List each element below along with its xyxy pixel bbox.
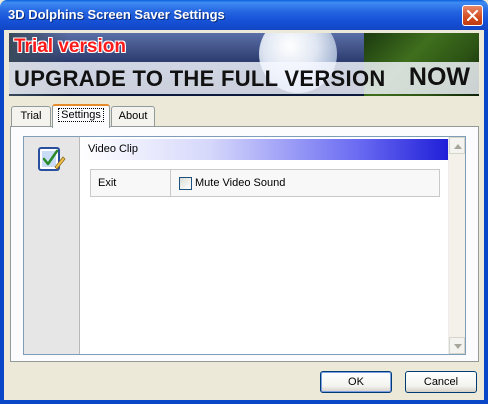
settings-checkmark-icon [38, 147, 66, 171]
icon-strip [24, 137, 80, 354]
settings-panel: Video Clip Exit Mute Video Sound [10, 126, 479, 362]
arrow-up-icon [454, 144, 462, 149]
tab-trial[interactable]: Trial [11, 106, 51, 126]
now-text: NOW [408, 63, 470, 91]
settings-content: Video Clip Exit Mute Video Sound [23, 136, 466, 355]
arrow-down-icon [454, 344, 462, 349]
tab-settings[interactable]: Settings [52, 104, 110, 128]
vertical-scrollbar[interactable] [448, 137, 465, 354]
option-label-cell: Exit [91, 170, 171, 196]
window-title: 3D Dolphins Screen Saver Settings [8, 7, 225, 22]
title-bar: 3D Dolphins Screen Saver Settings [0, 0, 488, 30]
ok-button[interactable]: OK [320, 371, 392, 393]
mute-video-sound-label[interactable]: Mute Video Sound [195, 177, 285, 189]
close-button[interactable] [462, 5, 483, 26]
option-label: Exit [98, 177, 117, 189]
mute-video-sound-checkbox[interactable] [179, 177, 192, 190]
tab-trial-label: Trial [20, 110, 42, 122]
scroll-down-button[interactable] [449, 337, 465, 354]
upgrade-banner[interactable]: Trial version UPGRADE TO THE FULL VERSIO… [9, 33, 479, 96]
window-frame-right [484, 30, 488, 404]
cancel-button[interactable]: Cancel [405, 371, 477, 393]
section-title: Video Clip [88, 143, 138, 155]
option-row: Exit Mute Video Sound [90, 169, 440, 197]
close-icon [467, 10, 478, 21]
tab-about-label: About [118, 110, 148, 122]
scroll-up-button[interactable] [449, 137, 465, 154]
tab-settings-label: Settings [58, 108, 104, 122]
window-frame-left [0, 30, 4, 404]
trial-version-label: Trial version [14, 36, 126, 57]
tab-about[interactable]: About [111, 106, 155, 126]
video-clip-header: Video Clip [80, 139, 449, 160]
window-frame-bottom [0, 400, 488, 404]
upgrade-text: UPGRADE TO THE FULL VERSION [14, 66, 386, 91]
